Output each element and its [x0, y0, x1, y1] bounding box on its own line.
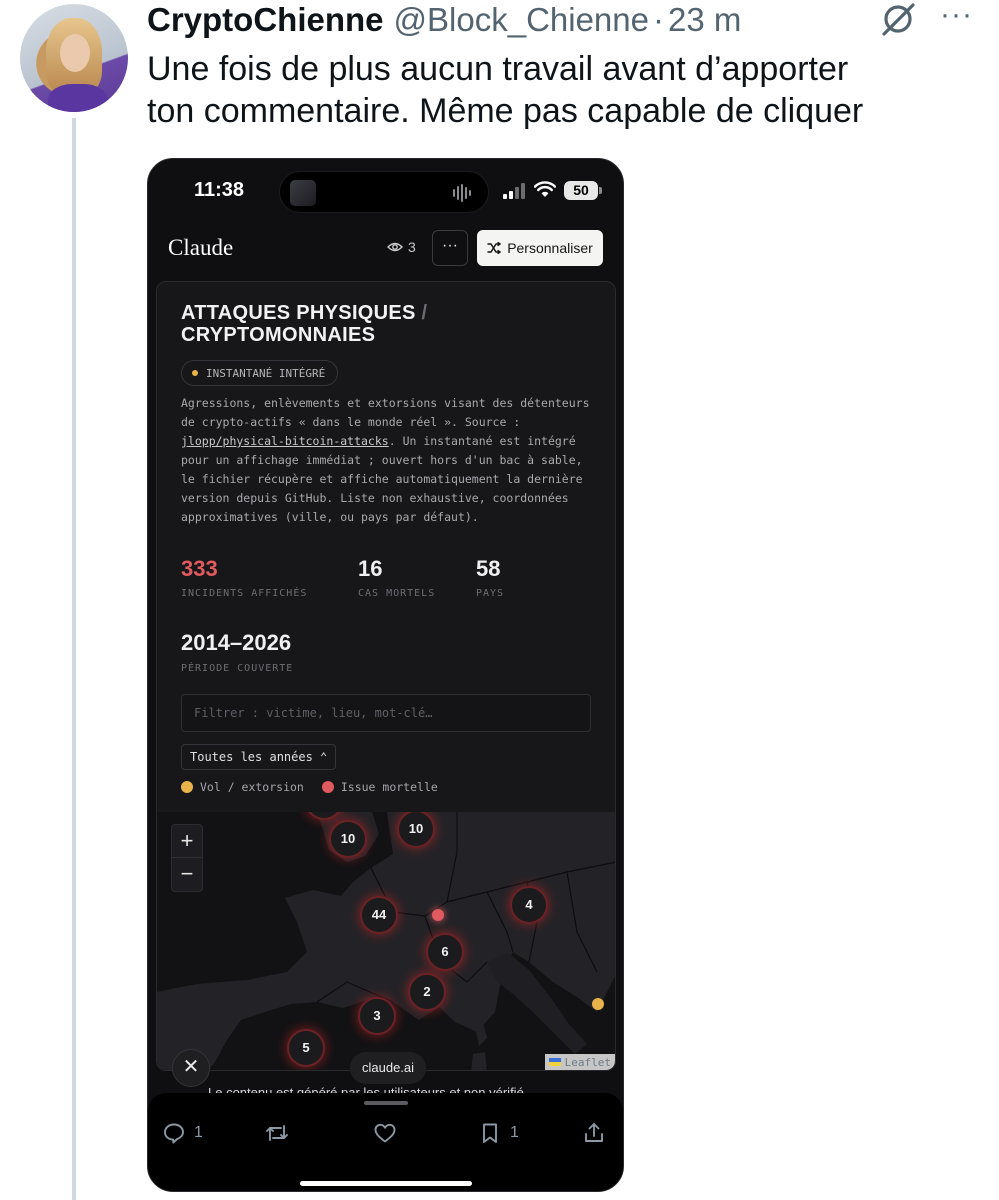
bookmark-action[interactable]: 1: [478, 1121, 519, 1145]
stat-countries-label: PAYS: [476, 588, 505, 599]
year-select[interactable]: Toutes les années ⌃: [181, 744, 337, 770]
badge-dot: [192, 370, 198, 376]
title-line-2: CRYPTOMONNAIES: [181, 324, 376, 346]
tweet-text-line-1: Une fois de plus aucun travail avant d’a…: [147, 50, 849, 88]
close-button[interactable]: ✕: [172, 1049, 210, 1087]
attached-screenshot[interactable]: 11:38 50 Claude 3 ··· Personnaliser ATTA…: [147, 158, 624, 1192]
artifact-panel: ATTAQUES PHYSIQUES / CRYPTOMONNAIES INST…: [156, 281, 616, 1071]
author-avatar[interactable]: [20, 4, 128, 112]
title-slash: /: [415, 302, 428, 324]
tweet-action-bar: 1 1: [148, 1093, 623, 1191]
period-label: PÉRIODE COUVERTE: [181, 663, 294, 674]
claude-logo[interactable]: Claude: [168, 235, 233, 261]
map-cluster[interactable]: 3: [358, 997, 396, 1035]
legend-dot-red: [321, 781, 334, 793]
avatar-clothing: [48, 84, 108, 112]
grok-icon[interactable]: [878, 2, 918, 36]
legend-label-theft: Vol / extorsion: [200, 780, 304, 794]
waveform-icon: [453, 184, 471, 202]
retweet-icon: [266, 1125, 288, 1141]
tweet-text: Une fois de plus aucun travail avant d’a…: [147, 48, 977, 132]
map-attribution[interactable]: Leaflet: [544, 1054, 615, 1070]
status-bar: 11:38 50: [148, 159, 623, 221]
now-playing-thumbnail: [290, 180, 316, 206]
eye-icon: [387, 242, 403, 252]
zoom-out-button[interactable]: −: [172, 858, 202, 891]
dynamic-island: [279, 171, 489, 213]
reply-icon: [164, 1123, 184, 1144]
view-counter: 3: [387, 239, 416, 255]
share-icon: [585, 1123, 603, 1142]
source-link[interactable]: jlopp/physical-bitcoin-attacks: [181, 434, 389, 448]
legend-item-theft: Vol / extorsion: [181, 780, 304, 794]
ukraine-flag-icon: [548, 1058, 561, 1066]
stat-countries-value: 58: [476, 556, 501, 581]
reply-count: 1: [194, 1124, 203, 1141]
zoom-control: + −: [171, 824, 203, 892]
map-legend: Vol / extorsion Issue mortelle: [181, 780, 456, 794]
battery-indicator: 50: [564, 181, 598, 200]
retweet-action[interactable]: [265, 1121, 289, 1145]
like-action[interactable]: [373, 1121, 397, 1145]
share-action[interactable]: [582, 1121, 606, 1145]
wifi-icon: [534, 181, 556, 197]
sheet-handle[interactable]: [364, 1101, 408, 1105]
more-options-icon[interactable]: ···: [940, 0, 976, 30]
personalize-button[interactable]: Personnaliser: [477, 230, 603, 266]
shuffle-icon: [487, 242, 502, 254]
avatar-face: [60, 34, 90, 72]
bookmark-count: 1: [510, 1124, 519, 1141]
map-cluster[interactable]: 5: [287, 1029, 325, 1067]
status-clock: 11:38: [194, 179, 245, 201]
personalize-label: Personnaliser: [507, 240, 593, 256]
badge-label: INSTANTANÉ INTÉGRÉ: [206, 366, 326, 380]
map-cluster[interactable]: 10: [329, 820, 367, 858]
stat-deaths-value: 16: [358, 556, 383, 581]
author-handle[interactable]: @Block_Chienne: [394, 1, 649, 39]
stat-incidents-label: INCIDENTS AFFICHÉS: [181, 588, 308, 599]
theft-incident-marker[interactable]: [592, 998, 604, 1010]
heart-icon: [374, 1123, 396, 1143]
artifact-title: ATTAQUES PHYSIQUES / CRYPTOMONNAIES: [181, 302, 601, 346]
map-cluster[interactable]: 6: [426, 933, 464, 971]
artifact-description: Agressions, enlèvements et extorsions vi…: [181, 394, 601, 527]
snapshot-badge: INSTANTANÉ INTÉGRÉ: [181, 360, 339, 386]
cellular-signal-icon: [503, 183, 525, 199]
fatal-incident-marker[interactable]: [432, 909, 444, 921]
tweet-text-line-2: ton commentaire. Même pas capable de cli…: [147, 92, 864, 130]
author-name[interactable]: CryptoChienne: [147, 1, 384, 39]
tweet-time[interactable]: 23 m: [668, 1, 741, 39]
stat-incidents-value: 333: [181, 556, 218, 581]
map-cluster[interactable]: 44: [360, 896, 398, 934]
filter-input[interactable]: [181, 694, 591, 732]
app-bar: Claude 3 ··· Personnaliser: [148, 223, 623, 275]
reply-action[interactable]: 1: [162, 1121, 203, 1145]
stat-deaths-label: CAS MORTELS: [358, 588, 436, 599]
map-cluster[interactable]: 2: [408, 973, 446, 1011]
tweet-header: CryptoChienne @Block_Chienne · 23 m: [147, 0, 741, 40]
map-cluster[interactable]: 4: [510, 886, 548, 924]
legend-label-fatal: Issue mortelle: [340, 780, 438, 794]
more-actions-button[interactable]: ···: [432, 230, 468, 266]
incident-map[interactable]: + − 10 10 44 4 6 2 3 5 Leaflet: [157, 812, 615, 1070]
battery-tip: [599, 187, 602, 194]
legend-dot-yellow: [181, 781, 193, 793]
title-line-1: ATTAQUES PHYSIQUES: [181, 302, 416, 324]
bookmark-icon: [483, 1123, 497, 1143]
thread-line: [72, 118, 76, 1200]
view-count: 3: [408, 239, 416, 255]
header-separator: ·: [653, 1, 664, 38]
zoom-in-button[interactable]: +: [172, 825, 202, 858]
desc-text-before: Agressions, enlèvements et extorsions vi…: [181, 396, 590, 429]
legend-item-fatal: Issue mortelle: [321, 780, 438, 794]
home-indicator: [300, 1181, 472, 1186]
attribution-label: Leaflet: [564, 1055, 611, 1069]
domain-chip[interactable]: claude.ai: [350, 1052, 427, 1084]
period-value: 2014–2026: [181, 630, 292, 655]
